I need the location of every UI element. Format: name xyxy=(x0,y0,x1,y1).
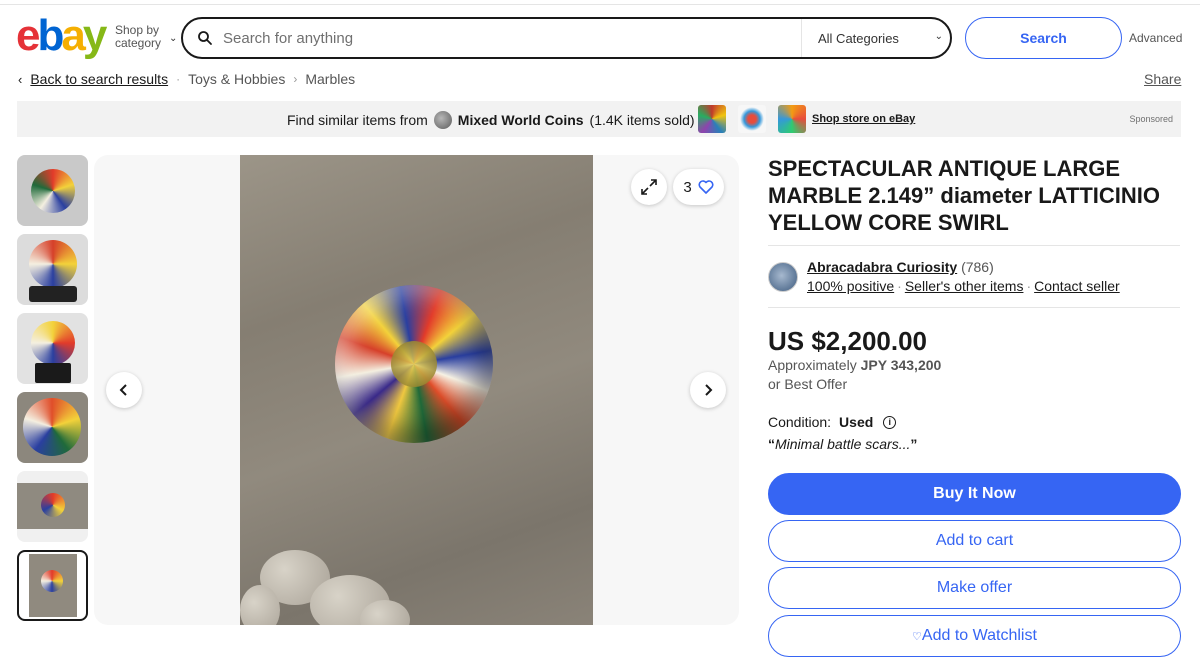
seller-info: Abracadabra Curiosity (786) xyxy=(807,259,994,275)
divider xyxy=(768,245,1180,246)
chevron-down-icon: ⌄ xyxy=(934,31,943,42)
shop-by-category-button[interactable]: Shop by category ⌄ xyxy=(115,24,177,50)
chevron-right-icon: › xyxy=(293,72,298,86)
expand-image-button[interactable] xyxy=(631,169,667,205)
listing-title: SPECTACULAR ANTIQUE LARGE MARBLE 2.149” … xyxy=(768,156,1160,235)
store-item-thumbnail[interactable] xyxy=(738,105,766,133)
search-icon xyxy=(198,31,212,45)
seller-feedback-count[interactable]: (786) xyxy=(961,259,994,275)
gallery-thumbnail-6[interactable] xyxy=(17,550,88,621)
gallery-thumbnail-1[interactable] xyxy=(17,155,88,226)
make-offer-button[interactable]: Make offer xyxy=(768,567,1181,609)
watch-count-button[interactable]: 3 xyxy=(673,169,724,205)
advanced-search-link[interactable]: Advanced xyxy=(1129,31,1182,45)
gallery-thumbnail-4[interactable] xyxy=(17,392,88,463)
marble-image xyxy=(335,285,493,443)
share-link[interactable]: Share xyxy=(1144,71,1181,87)
heart-icon xyxy=(698,180,714,194)
breadcrumb-item-marbles[interactable]: Marbles xyxy=(305,71,355,87)
ebay-logo[interactable]: ebay xyxy=(16,14,107,58)
info-icon[interactable]: i xyxy=(883,415,897,429)
sponsored-label: Sponsored xyxy=(1129,114,1173,124)
back-to-search-link[interactable]: Back to search results xyxy=(30,71,168,87)
chevron-down-icon: ⌄ xyxy=(169,33,178,44)
breadcrumb-item-toys-hobbies[interactable]: Toys & Hobbies xyxy=(188,71,285,87)
heart-icon: ♡ xyxy=(912,631,922,643)
sponsored-store-banner: Find similar items from Mixed World Coin… xyxy=(17,101,1181,137)
breadcrumb-separator: · xyxy=(176,72,181,86)
seller-links: 100% positive · Seller's other items · Conta… xyxy=(807,278,1120,294)
search-button[interactable]: Search xyxy=(965,17,1122,59)
divider xyxy=(768,307,1180,308)
gallery-thumbnail-2[interactable] xyxy=(17,234,88,305)
search-input[interactable] xyxy=(223,25,783,51)
chevron-left-icon: ‹ xyxy=(18,71,23,87)
next-image-button[interactable] xyxy=(690,372,726,408)
search-bar: All Categories ⌄ xyxy=(181,17,952,59)
banner-text: Find similar items from Mixed World Coin… xyxy=(287,111,695,129)
expand-icon xyxy=(641,179,657,195)
price: US $2,200.00 xyxy=(768,326,928,356)
store-avatar xyxy=(433,111,452,129)
shop-store-link[interactable]: Shop store on eBay xyxy=(812,113,915,125)
gallery-thumbnail-5[interactable] xyxy=(17,471,88,542)
condition: Condition: Used i xyxy=(768,414,897,430)
store-item-thumbnail[interactable] xyxy=(698,105,726,133)
seller-other-items-link[interactable]: Seller's other items xyxy=(905,278,1024,294)
seller-positive-link[interactable]: 100% positive xyxy=(807,278,894,294)
add-to-watchlist-button[interactable]: ♡Add to Watchlist xyxy=(768,615,1181,657)
category-select[interactable]: All Categories ⌄ xyxy=(801,19,951,57)
breadcrumb: ‹ Back to search results · Toys & Hobbie… xyxy=(18,71,355,87)
add-to-cart-button[interactable]: Add to cart xyxy=(768,520,1181,562)
best-offer-label: or Best Offer xyxy=(768,376,848,392)
store-name-link[interactable]: Mixed World Coins xyxy=(458,112,584,128)
condition-note: “Minimal battle scars...” xyxy=(768,436,918,452)
condition-value: Used xyxy=(839,414,874,430)
store-item-thumbnails xyxy=(698,105,806,133)
buy-it-now-button[interactable]: Buy It Now xyxy=(768,473,1181,515)
prev-image-button[interactable] xyxy=(106,372,142,408)
chevron-left-icon xyxy=(119,384,127,396)
product-photo xyxy=(240,155,593,625)
seller-avatar[interactable] xyxy=(768,262,798,292)
chevron-right-icon xyxy=(705,384,713,396)
top-divider xyxy=(0,0,1200,5)
store-item-thumbnail[interactable] xyxy=(778,105,806,133)
gallery-thumbnail-3[interactable] xyxy=(17,313,88,384)
watch-count: 3 xyxy=(683,178,692,196)
contact-seller-link[interactable]: Contact seller xyxy=(1034,278,1120,294)
approximate-price: Approximately JPY 343,200 xyxy=(768,357,942,373)
seller-name-link[interactable]: Abracadabra Curiosity xyxy=(807,259,957,275)
main-image-viewer[interactable] xyxy=(94,155,739,625)
